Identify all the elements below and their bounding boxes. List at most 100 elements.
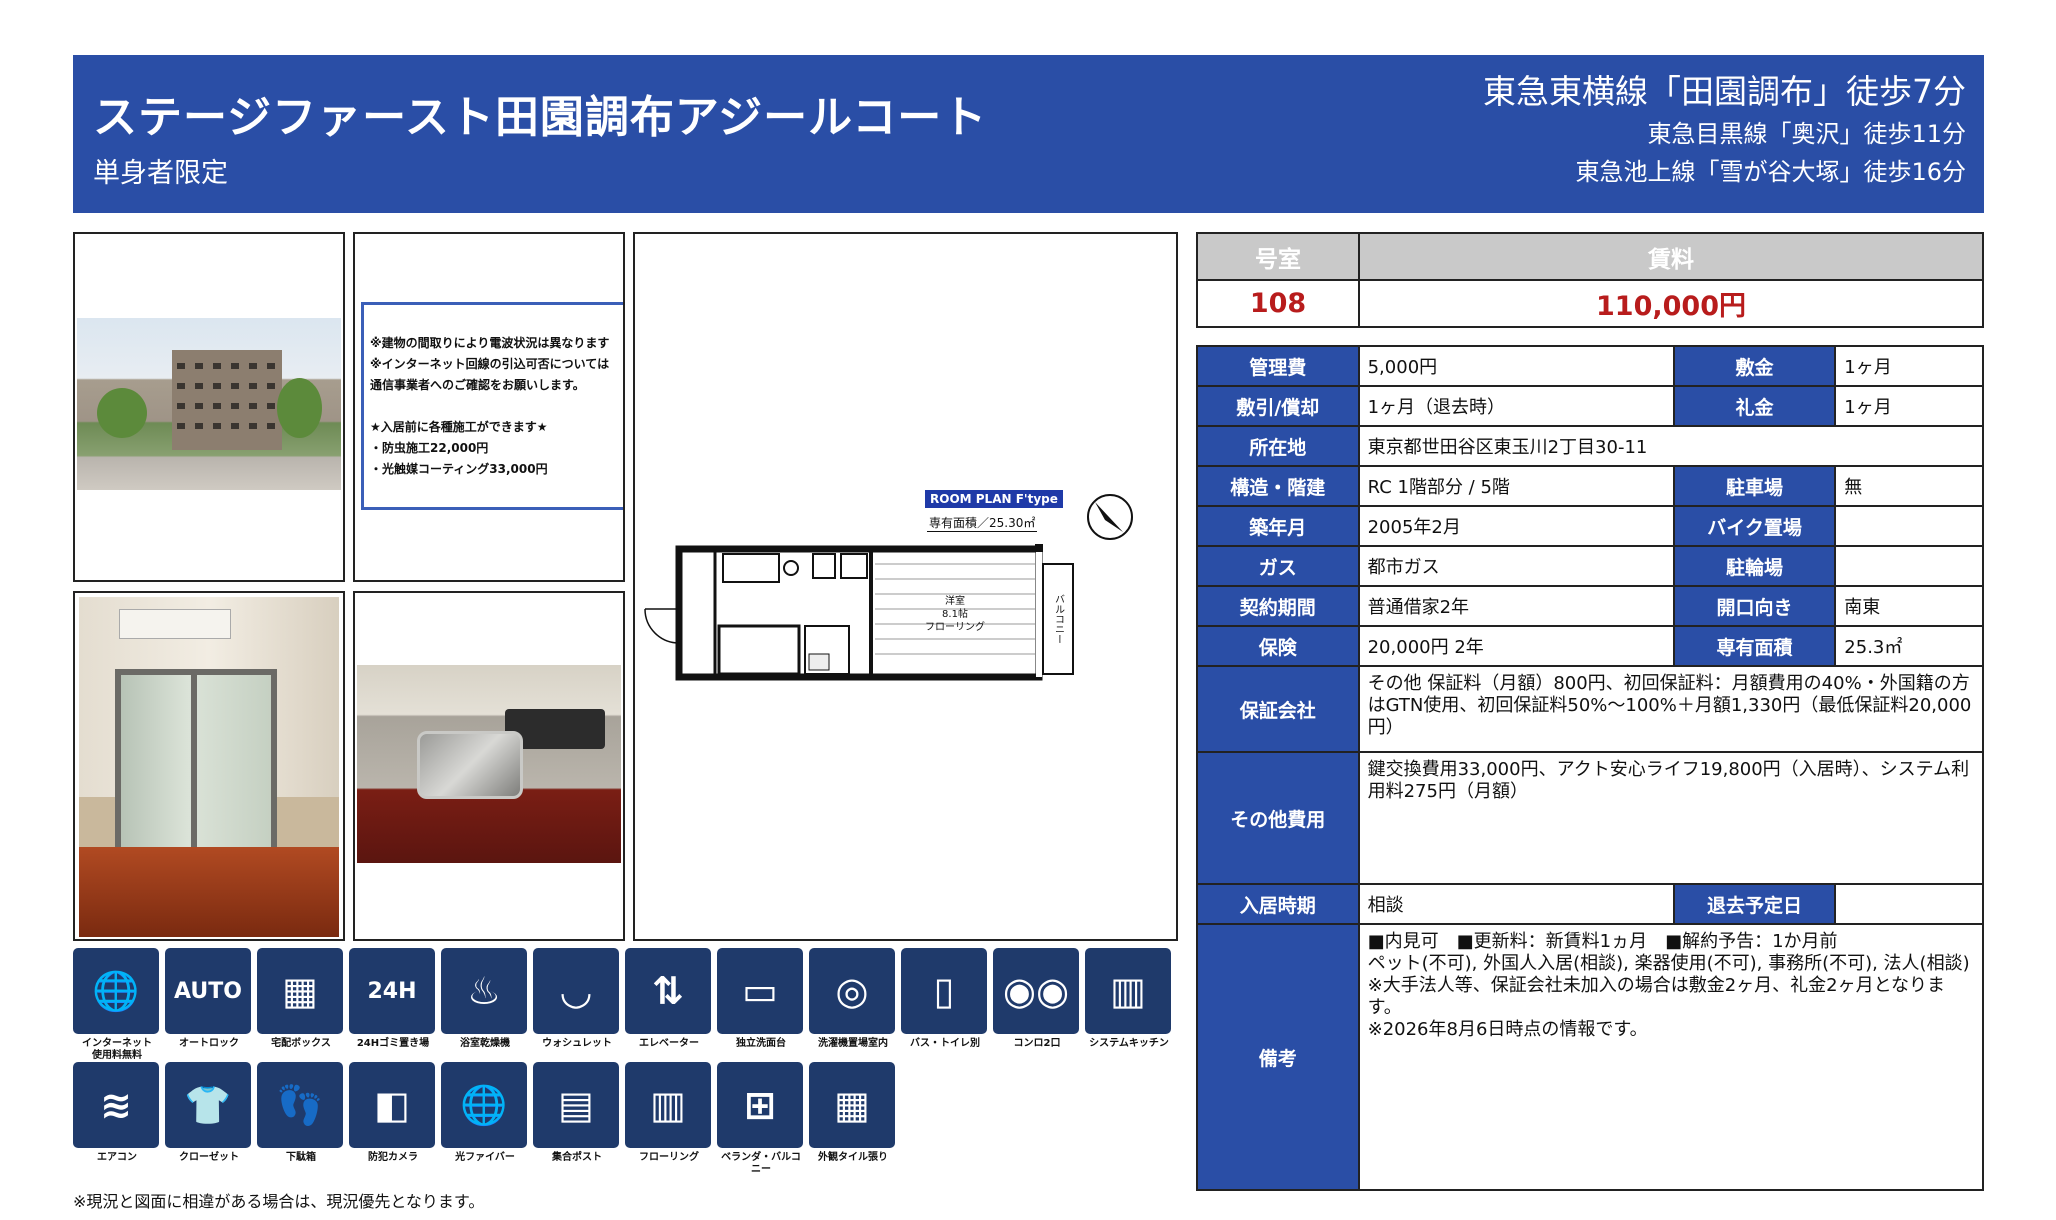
- amenity-label: 外観タイル張り: [818, 1152, 888, 1163]
- notice-line: 通信事業者へのご確認をお願いします。: [370, 378, 585, 392]
- floorplan-frame: ROOM PLAN F'type 専有面積／25.30㎡ 洋室 8.1帖 フロー…: [633, 232, 1178, 941]
- amenity-label: コンロ2口: [1013, 1038, 1061, 1049]
- amenity-label: インターネット 使用料無料: [82, 1038, 152, 1061]
- gas-label: ガス: [1196, 545, 1360, 587]
- notice-line: ※インターネット回線の引込可否については: [370, 357, 610, 371]
- bath-dryer-icon: ♨: [441, 948, 527, 1034]
- closet-icon: 👕: [165, 1062, 251, 1148]
- amenity-item: ◡ ウォシュレット: [533, 948, 621, 1060]
- kitchen-photo: [357, 665, 621, 863]
- contract-value: 普通借家2年: [1357, 585, 1675, 627]
- amenity-item: ◎ 洗濯機置場室内: [809, 948, 897, 1060]
- amenity-item: 👣 下駄箱: [257, 1062, 345, 1174]
- building-photo: [77, 318, 341, 490]
- bike-value: [1834, 505, 1984, 547]
- notice-line: ※建物の間取りにより電波状況は異なります: [370, 336, 610, 350]
- security-camera-icon: ◧: [349, 1062, 435, 1148]
- access-info: 東急東横線「田園調布」徒歩7分 東急目黒線「奥沢」徒歩11分 東急池上線「雪が谷…: [1483, 69, 1966, 191]
- header-banner: ステージファースト田園調布アジールコート 単身者限定 東急東横線「田園調布」徒歩…: [73, 55, 1984, 213]
- reikin-label: 礼金: [1672, 385, 1837, 427]
- parking-label: 駐車場: [1672, 465, 1837, 507]
- guarantor-label: 保証会社: [1196, 665, 1360, 753]
- floorplan-drawing: 洋室 8.1帖 フローリング バルコニー: [644, 494, 1133, 681]
- amenity-label: 防犯カメラ: [368, 1152, 418, 1163]
- moveout-value: [1834, 883, 1984, 925]
- flooring-icon: ▥: [625, 1062, 711, 1148]
- bike-label: バイク置場: [1672, 505, 1837, 547]
- amenity-item: ▤ 集合ポスト: [533, 1062, 621, 1174]
- notice-line: ・防虫施工22,000円: [370, 441, 489, 455]
- rent-header: 賃料: [1358, 232, 1984, 281]
- amenity-item: 👕 クローゼット: [165, 1062, 253, 1174]
- air-conditioner-icon: ≋: [73, 1062, 159, 1148]
- amenity-label: 宅配ボックス: [271, 1038, 331, 1049]
- stove-2-icon: ◉◉: [993, 948, 1079, 1034]
- amenity-item: ▦ 宅配ボックス: [257, 948, 345, 1060]
- amenity-item: ◧ 防犯カメラ: [349, 1062, 437, 1174]
- remarks-value: ■内見可 ■更新料：新賃料1ヵ月 ■解約予告：1か月前 ペット(不可), 外国人…: [1357, 923, 1985, 1191]
- svg-text:フローリング: フローリング: [925, 620, 985, 633]
- amenity-item: ▦ 外観タイル張り: [809, 1062, 897, 1174]
- bath-toilet-separate-icon: ▯: [901, 948, 987, 1034]
- shikibiki-value: 1ヶ月（退去時）: [1357, 385, 1675, 427]
- amenity-label: 集合ポスト: [552, 1152, 602, 1163]
- room-number: 108: [1196, 279, 1360, 328]
- details-table: 管理費 5,000円 敷金 1ヶ月 敷引/償却 1ヶ月（退去時） 礼金 1ヶ月 …: [1196, 345, 1985, 1191]
- shoe-box-icon: 👣: [257, 1062, 343, 1148]
- building-photo-frame: [73, 232, 345, 582]
- address-label: 所在地: [1196, 425, 1360, 467]
- footnote: ※現況と図面に相違がある場合は、現況優先となります。: [73, 1192, 485, 1211]
- room-photo: [79, 597, 339, 937]
- kitchen-photo-frame: [353, 591, 625, 941]
- svg-text:洋室: 洋室: [945, 594, 965, 607]
- insurance-value: 20,000円 2年: [1357, 625, 1675, 667]
- amenity-item: 🌐 光ファイバー: [441, 1062, 529, 1174]
- delivery-box-icon: ▦: [257, 948, 343, 1034]
- remarks-line: ■内見可 ■更新料：新賃料1ヵ月 ■解約予告：1か月前: [1367, 931, 1838, 952]
- vanity-icon: ▭: [717, 948, 803, 1034]
- room-photo-frame: [73, 591, 345, 941]
- internet-pc-icon: 🌐: [73, 948, 159, 1034]
- other-fees-value: 鍵交換費用33,000円、アクト安心ライフ19,800円（入居時）、システム利用…: [1357, 751, 1985, 885]
- amenity-item: ▥ システムキッチン: [1085, 948, 1173, 1060]
- amenity-label: 24Hゴミ置き場: [356, 1038, 430, 1049]
- amenity-label: エアコン: [97, 1152, 137, 1163]
- amenity-label: 独立洗面台: [736, 1038, 786, 1049]
- amenity-item: ▥ フローリング: [625, 1062, 713, 1174]
- remarks-line: ペット(不可), 外国人入居(相談), 楽器使用(不可), 事務所(不可), 法…: [1367, 953, 1970, 974]
- remarks-line: ※大手法人等、保証会社未加入の場合は敷金2ヶ月、礼金2ヶ月となります。: [1367, 975, 1946, 1018]
- amenity-label: 光ファイバー: [455, 1152, 515, 1163]
- built-value: 2005年2月: [1357, 505, 1675, 547]
- access-sub-2: 東急池上線「雪が谷大塚」徒歩16分: [1575, 158, 1966, 186]
- bicycle-value: [1834, 545, 1984, 587]
- amenity-item: ▭ 独立洗面台: [717, 948, 805, 1060]
- amenity-item: ⊞ ベランダ・バルコニー: [717, 1062, 805, 1175]
- notice-box: ※建物の間取りにより電波状況は異なります ※インターネット回線の引込可否について…: [361, 302, 623, 510]
- bicycle-label: 駐輪場: [1672, 545, 1837, 587]
- reikin-value: 1ヶ月: [1834, 385, 1984, 427]
- shikikin-value: 1ヶ月: [1834, 345, 1984, 387]
- remarks-label: 備考: [1196, 923, 1360, 1191]
- contract-label: 契約期間: [1196, 585, 1360, 627]
- elevator-icon: ⇅: [625, 948, 711, 1034]
- tile-exterior-icon: ▦: [809, 1062, 895, 1148]
- amenity-item: 🌐 インターネット 使用料無料: [73, 948, 161, 1061]
- amenity-label: ウォシュレット: [542, 1038, 612, 1049]
- built-label: 築年月: [1196, 505, 1360, 547]
- svg-text:8.1帖: 8.1帖: [942, 607, 968, 620]
- amenity-label: クローゼット: [179, 1152, 239, 1163]
- amenity-label: エレベーター: [639, 1038, 699, 1049]
- amenity-item: ⇅ エレベーター: [625, 948, 713, 1060]
- balcony-icon: ⊞: [717, 1062, 803, 1148]
- amenity-label: オートロック: [179, 1038, 239, 1049]
- amenity-item: ▯ バス・トイレ別: [901, 948, 989, 1060]
- svg-text:バルコニー: バルコニー: [1053, 594, 1065, 644]
- mailbox-icon: ▤: [533, 1062, 619, 1148]
- parking-value: 無: [1834, 465, 1984, 507]
- compass-icon: [1087, 494, 1133, 540]
- structure-value: RC 1階部分 / 5階: [1357, 465, 1675, 507]
- fiber-optic-icon: 🌐: [441, 1062, 527, 1148]
- direction-label: 開口向き: [1672, 585, 1837, 627]
- movein-value: 相談: [1357, 883, 1675, 925]
- amenity-label: ベランダ・バルコニー: [721, 1152, 801, 1175]
